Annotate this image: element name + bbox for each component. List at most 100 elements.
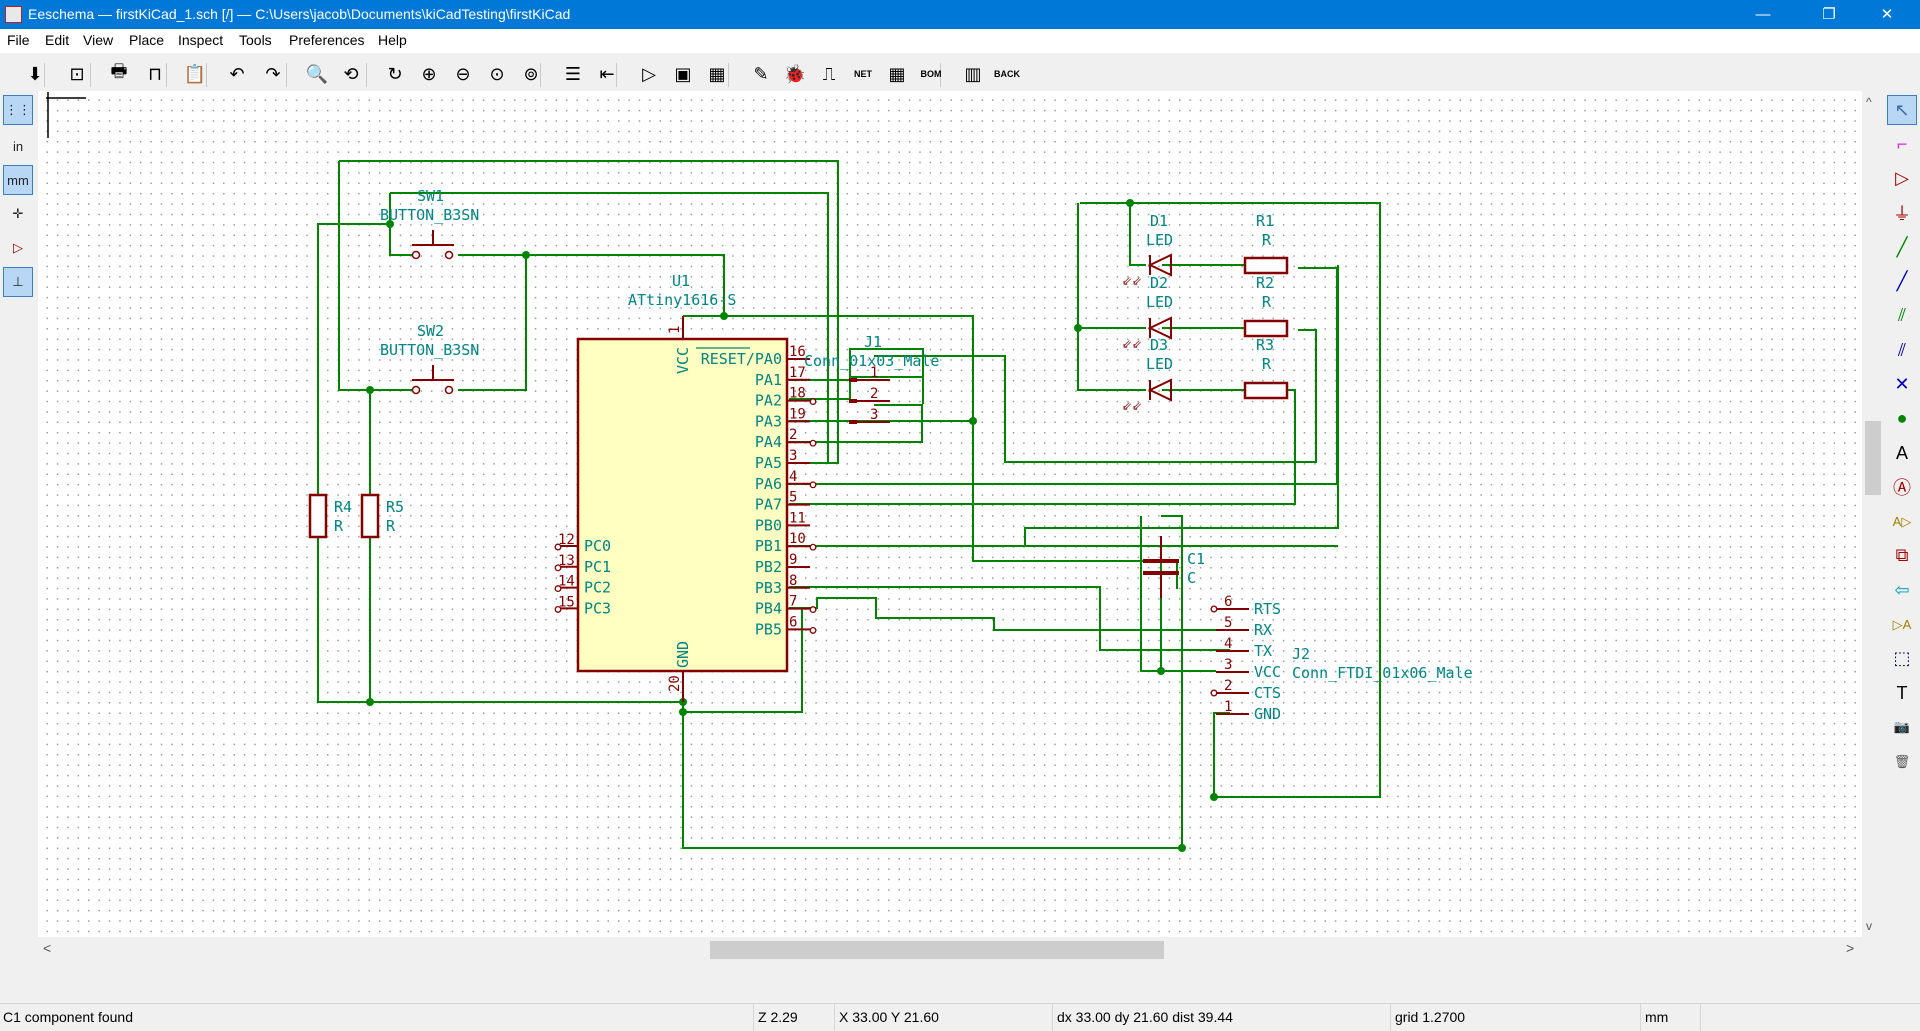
add-wire-icon: ╱	[1896, 236, 1908, 257]
u1-vcc-pin-num: 1	[667, 326, 683, 334]
add-hierarchical-label-tool[interactable]: A▷	[1887, 507, 1917, 537]
pin-number: 1	[1224, 699, 1232, 715]
pin-number: 13	[558, 553, 575, 569]
add-symbol-tool[interactable]: ▷	[1887, 164, 1917, 194]
wire-bus-entry-tool[interactable]: ⫽	[1887, 301, 1917, 331]
add-junction-tool[interactable]: ●	[1887, 404, 1917, 434]
add-image-tool[interactable]: 📷	[1887, 712, 1917, 742]
schematic-drawing: U1 ATtiny1616-S 1 VCC GND 20 1 6 RESET/PA0…	[46, 92, 1473, 852]
pin-name: PB2	[755, 558, 782, 576]
add-sheet-pin-tool[interactable]: ▷A	[1887, 610, 1917, 640]
pin-name: PA6	[755, 475, 782, 493]
add-text-tool[interactable]: T	[1887, 678, 1917, 708]
scroll-right-arrow[interactable]: >	[1846, 940, 1854, 956]
scroll-left-arrow[interactable]: <	[43, 940, 51, 956]
u1-vcc-pin-name: VCC	[674, 347, 692, 374]
r3-resistor[interactable]: R3 R	[1243, 336, 1289, 400]
j2-pin-rts[interactable]: 6 RTS	[1210, 594, 1281, 618]
j1-connector[interactable]: J1 Conn_01x03_Male 1 2 3	[804, 333, 939, 424]
add-power-icon: ⏚	[1893, 203, 1911, 224]
pin-name: PC3	[584, 599, 611, 617]
c1-value: C	[1187, 569, 1196, 587]
u1-left-pins: 12 PC0 13 PC1 14 PC2 15 PC3	[554, 532, 611, 617]
vertical-scroll-thumb[interactable]	[1865, 421, 1881, 495]
vertical-scrollbar[interactable]: ^ v	[1862, 91, 1884, 937]
r2-value: R	[1262, 293, 1272, 311]
import-sheet-pin-tool[interactable]: ⇦	[1887, 575, 1917, 605]
scroll-up-arrow[interactable]: ^	[1866, 95, 1872, 109]
pin-number: 8	[789, 573, 797, 589]
junction-dot	[1126, 199, 1134, 207]
highlight-net-tool[interactable]: ⌐	[1887, 129, 1917, 159]
pin-number: 6	[789, 614, 797, 630]
pin-number: 11	[789, 510, 806, 526]
add-sheet-icon: ⧉	[1895, 545, 1909, 566]
no-connect-tool[interactable]: ✕	[1887, 369, 1917, 399]
wire	[1161, 515, 1183, 848]
j2-pin-cts[interactable]: 2 CTS	[1210, 678, 1281, 702]
add-image-icon: 📷	[1893, 719, 1911, 735]
pin-name: PA2	[755, 392, 782, 410]
pin-name: PC0	[584, 537, 611, 555]
add-bus-tool[interactable]: ╱	[1887, 267, 1917, 297]
r4-resistor[interactable]: R4 R	[308, 493, 352, 539]
sw2-button[interactable]: SW2 BUTTON_B3SN	[380, 322, 479, 395]
horizontal-scroll-thumb[interactable]	[710, 941, 1164, 959]
schematic-canvas[interactable]: U1 ATtiny1616-S 1 VCC GND 20 1 6 RESET/PA0…	[38, 91, 1862, 937]
bus-bus-entry-icon: ⫽	[1897, 339, 1907, 360]
d1-ref: D1	[1150, 212, 1168, 230]
wire	[338, 161, 370, 391]
add-label-icon: A	[1895, 442, 1908, 463]
pin-name: PB1	[755, 537, 782, 555]
pin-name: PA4	[755, 433, 782, 451]
pin-name: PA5	[755, 454, 782, 472]
junction-dot	[679, 708, 687, 716]
pin-name: PA7	[755, 496, 782, 514]
u1-gnd-pin-num: 20	[667, 675, 683, 692]
junction-dot	[969, 417, 977, 425]
select-arrow-tool[interactable]: ↖	[1887, 95, 1917, 125]
scroll-down-arrow[interactable]: v	[1866, 919, 1872, 933]
add-graphic-lines-tool[interactable]: ⬚	[1887, 644, 1917, 674]
status-cursor-position: X 33.00 Y 21.60	[839, 1009, 939, 1025]
j1-pin-3: 3	[870, 407, 878, 423]
r5-ref: R5	[386, 498, 404, 516]
add-hierarchical-label-icon: A▷	[1892, 513, 1912, 529]
wire	[1129, 203, 1146, 266]
no-connect-icon: ✕	[1894, 373, 1910, 394]
r3-ref: R3	[1256, 336, 1274, 354]
pin-number: 4	[1224, 636, 1232, 652]
pin-number: 4	[789, 469, 797, 485]
j2-ref: J2	[1292, 645, 1310, 663]
add-wire-tool[interactable]: ╱	[1887, 232, 1917, 262]
bus-bus-entry-tool[interactable]: ⫽	[1887, 335, 1917, 365]
u1-gnd-pin-name: GND	[674, 641, 692, 668]
sw1-button[interactable]: SW1 BUTTON_B3SN	[380, 187, 479, 260]
pin-name: PC2	[584, 579, 611, 597]
pin-number: 6	[1224, 594, 1232, 610]
r5-resistor[interactable]: R5 R	[360, 493, 404, 539]
right-toolbar: ↖ ⌐ ▷ ⏚ ╱ ╱ ⫽ ⫽ ✕ ● A Ⓐ A▷ ⧉ ⇦ ▷A ⬚ T 📷 🗑	[1884, 91, 1920, 941]
add-global-label-tool[interactable]: Ⓐ	[1887, 472, 1917, 502]
junction-dot	[366, 698, 374, 706]
r2-resistor[interactable]: R2 R	[1243, 274, 1289, 338]
sw1-value: BUTTON_B3SN	[380, 206, 479, 224]
c1-ref: C1	[1187, 550, 1205, 568]
horizontal-scrollbar[interactable]: < >	[38, 937, 1862, 963]
r5-value: R	[386, 517, 396, 535]
d3-ref: D3	[1150, 336, 1168, 354]
wire	[1077, 203, 1146, 391]
j2-value: Conn_FTDI_01x06_Male	[1292, 664, 1473, 682]
u1-attiny1616[interactable]: U1 ATtiny1616-S 1 VCC GND 20 16RESET/PA0…	[554, 272, 817, 702]
delete-tool[interactable]: 🗑	[1887, 747, 1917, 777]
pin-name: PC1	[584, 558, 611, 576]
pin-name: GND	[1254, 705, 1281, 723]
add-sheet-tool[interactable]: ⧉	[1887, 541, 1917, 571]
add-power-tool[interactable]: ⏚	[1887, 198, 1917, 228]
add-label-tool[interactable]: A	[1887, 438, 1917, 468]
j2-ftdi-connector[interactable]: 6 RTS 5 RX 4 TX 3 VCC 2 CTS 1 GND J2 Conn_FTDI_01x0…	[1210, 594, 1473, 723]
pin-number: 10	[789, 531, 806, 547]
r1-resistor[interactable]: R1 R	[1243, 212, 1289, 275]
j2-pin-gnd[interactable]: 1 GND	[1216, 699, 1281, 723]
pin-number: 18	[789, 386, 806, 402]
